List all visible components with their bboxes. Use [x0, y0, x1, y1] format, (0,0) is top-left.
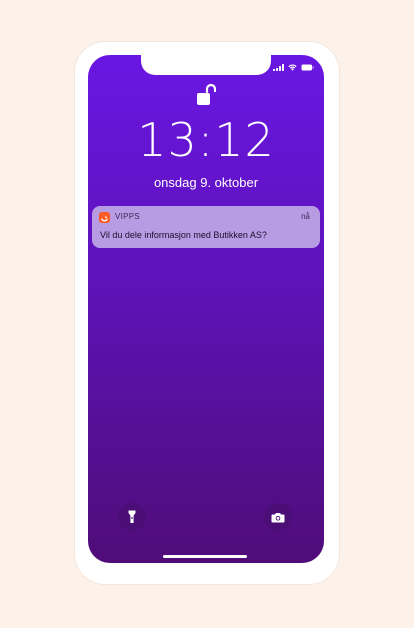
camera-button[interactable]	[264, 503, 292, 531]
flashlight-icon	[128, 510, 136, 524]
lock-screen: 13:12 onsdag 9. oktober VIPPS nå Vil du …	[88, 55, 324, 563]
status-bar	[273, 64, 314, 71]
notification-message: Vil du dele informasjon med Butikken AS?	[100, 230, 267, 240]
home-indicator[interactable]	[163, 555, 247, 558]
notification-timestamp: nå	[301, 212, 310, 221]
flashlight-button[interactable]	[118, 503, 146, 531]
unlocked-padlock-icon	[196, 83, 216, 107]
notch	[141, 55, 271, 75]
signal-icon	[273, 64, 284, 71]
battery-icon	[301, 64, 314, 71]
wifi-icon	[288, 64, 297, 71]
lockscreen-date: onsdag 9. oktober	[153, 175, 259, 190]
camera-icon	[271, 512, 285, 523]
lockscreen-time: 13:12	[137, 113, 275, 167]
phone-frame: 13:12 onsdag 9. oktober VIPPS nå Vil du …	[75, 42, 339, 584]
vipps-app-icon	[99, 212, 110, 223]
notification-app-name: VIPPS	[115, 212, 141, 221]
vipps-notification[interactable]: VIPPS nå Vil du dele informasjon med But…	[92, 206, 320, 248]
